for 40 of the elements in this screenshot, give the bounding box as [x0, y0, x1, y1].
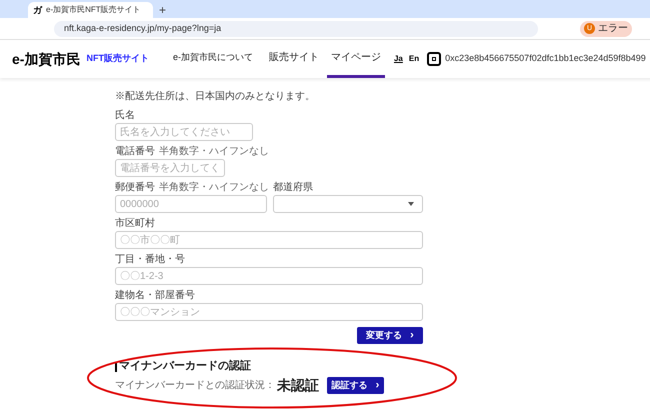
chevron-icon: ›	[376, 380, 380, 391]
status-value: 未認証	[277, 376, 319, 395]
input-field[interactable]: 氏名を入力してください	[115, 123, 253, 141]
site-subtitle: NFT販売サイト	[86, 52, 149, 66]
address-bar[interactable]: nft.kaga-e-residency.jp/my-page?lng=ja	[54, 20, 538, 36]
nav-link[interactable]: e-加賀市民について	[168, 40, 257, 78]
language-link[interactable]: Ja	[394, 53, 403, 65]
browser-tab[interactable]: ガ e-加賀市民NFT販売サイト	[28, 2, 153, 18]
field-hint: 半角数字・ハイフンなし	[159, 146, 269, 157]
shipping-note: ※配送先住所は、日本国内のみとなります。	[115, 91, 316, 102]
profile-label: エラー	[598, 22, 628, 36]
field-label: 氏名	[115, 110, 135, 121]
dropdown-caret-icon	[408, 202, 414, 206]
input-field[interactable]: 電話番号を入力してく	[115, 159, 225, 177]
field-label: 建物名・部屋番号	[115, 290, 195, 301]
url-text: nft.kaga-e-residency.jp/my-page?lng=ja	[64, 22, 222, 35]
wallet-address: 0xc23e8b456675507f02dfc1bb1ec3e24d59f8b499	[445, 52, 646, 66]
wallet-icon[interactable]	[427, 52, 442, 66]
tab-title: e-加賀市民NFT販売サイト	[46, 6, 141, 14]
tab-favicon: ガ	[33, 6, 42, 14]
field-label: 丁目・番地・号	[115, 254, 185, 265]
field-label: 電話番号	[115, 146, 155, 157]
nav-link[interactable]: 販売サイト	[264, 40, 323, 78]
field-label: 郵便番号	[115, 182, 155, 193]
section-title: マイナンバーカードの認証	[119, 360, 251, 373]
change-button[interactable]: 変更する ›	[357, 327, 423, 344]
field-hint: 半角数字・ハイフンなし	[159, 182, 269, 193]
language-link[interactable]: En	[408, 53, 420, 65]
verify-button[interactable]: 認証する ›	[327, 377, 384, 394]
chevron-icon: ›	[410, 330, 414, 341]
input-field[interactable]: 〇〇市〇〇町	[115, 231, 423, 249]
site-logo[interactable]: e-加賀市民	[12, 48, 80, 70]
status-label: マイナンバーカードとの認証状況：	[115, 378, 275, 393]
input-field[interactable]: 〇〇1-2-3	[115, 267, 423, 285]
field-label: 市区町村	[115, 218, 155, 229]
input-field[interactable]: 0000000	[115, 195, 267, 213]
field-label: 都道府県	[273, 182, 313, 193]
nav-link[interactable]: マイページ	[326, 40, 385, 78]
input-field[interactable]: 〇〇〇マンション	[115, 303, 423, 321]
new-tab-button[interactable]: +	[159, 2, 166, 18]
